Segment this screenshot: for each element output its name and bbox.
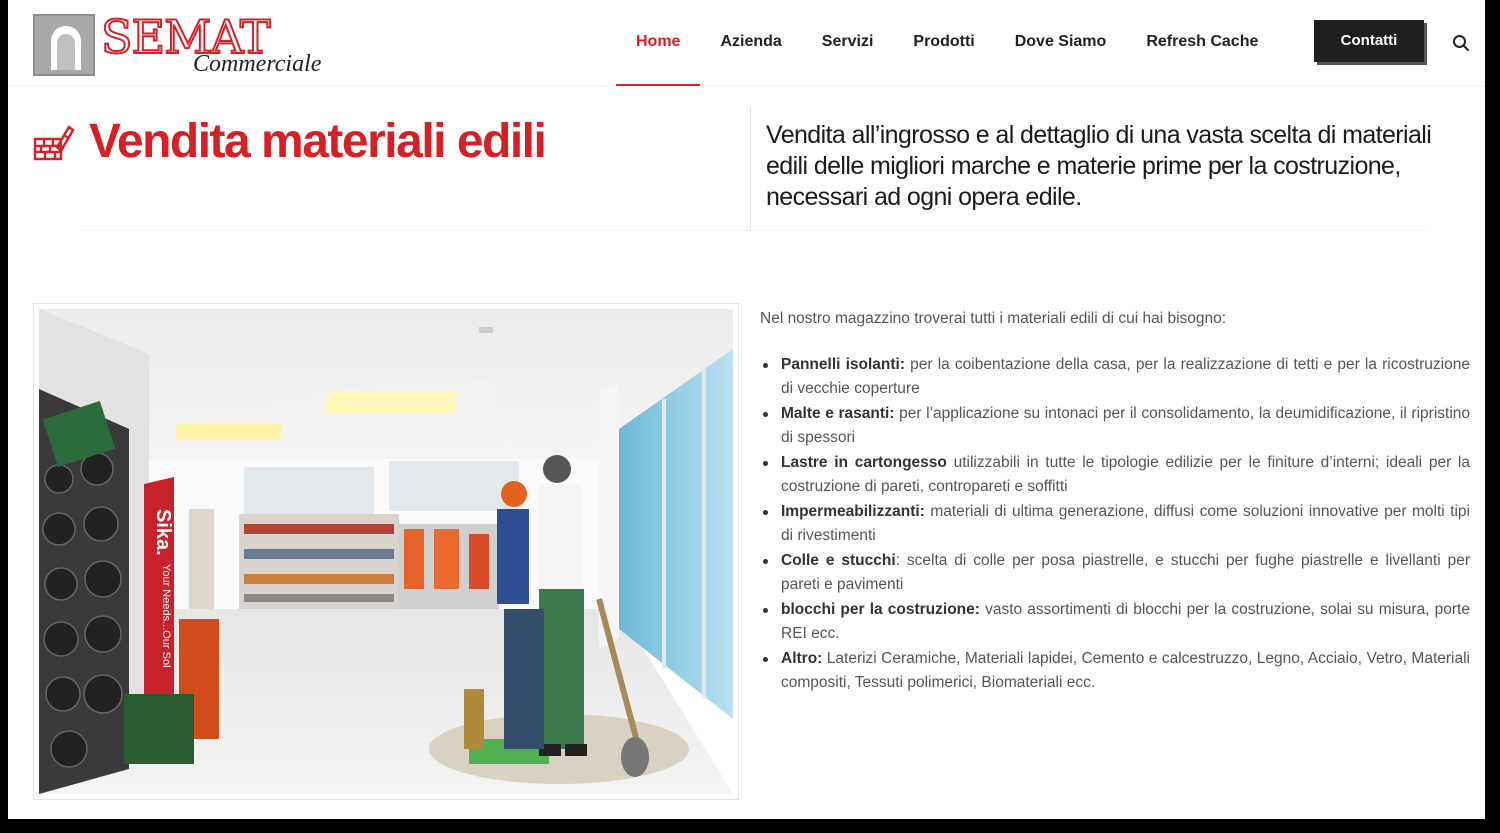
list-item: Altro: Laterizi Ceramiche, Materiali lap… xyxy=(760,647,1470,696)
hero-description: Vendita all’ingrosso e al dettaglio di u… xyxy=(766,121,1432,211)
store-photo: Sika. Your Needs...Our Sol xyxy=(33,303,739,800)
list-item-term: Malte e rasanti: xyxy=(781,404,895,422)
section-divider xyxy=(80,230,1425,231)
list-item: blocchi per la costruzione: vasto assort… xyxy=(760,598,1470,647)
list-item-text: Laterizi Ceramiche, Materiali lapidei, C… xyxy=(781,649,1470,692)
hero-title-group: Vendita materiali edili xyxy=(33,112,547,172)
list-item: Lastre in cartongesso utilizzabili in tu… xyxy=(760,451,1470,500)
list-item: Impermeabilizzanti: materiali di ultima … xyxy=(760,500,1470,549)
list-item: Colle e stucchi: scelta di colle per pos… xyxy=(760,549,1470,598)
list-item-term: Colle e stucchi xyxy=(781,551,896,569)
contact-button[interactable]: Contatti xyxy=(1314,20,1424,62)
site-logo[interactable]: SEMAT Commerciale xyxy=(33,12,323,78)
intro-text: Nel nostro magazzino troverai tutti i ma… xyxy=(760,310,1227,327)
logo-subtitle: Commerciale xyxy=(193,51,322,77)
sika-sign: Sika. xyxy=(152,509,174,556)
nav-item-azienda[interactable]: Azienda xyxy=(700,0,801,86)
nav-item-servizi[interactable]: Servizi xyxy=(802,0,894,86)
store-interior-image: Sika. Your Needs...Our Sol xyxy=(39,309,733,794)
materials-list: Pannelli isolanti: per la coibentazione … xyxy=(760,353,1470,696)
nav-item-dove-siamo[interactable]: Dove Siamo xyxy=(995,0,1127,86)
sika-tagline: Your Needs...Our Sol xyxy=(160,564,172,668)
building-materials-icon xyxy=(33,125,75,161)
list-item-term: Impermeabilizzanti: xyxy=(781,502,925,520)
list-item-term: Lastre in cartongesso xyxy=(781,453,947,471)
nav-item-prodotti[interactable]: Prodotti xyxy=(893,0,994,86)
materials-content: Nel nostro magazzino troverai tutti i ma… xyxy=(760,305,1470,696)
logo-mark xyxy=(33,14,95,76)
page-title: Vendita materiali edili xyxy=(89,115,547,168)
list-item: Malte e rasanti: per l’applicazione su i… xyxy=(760,402,1470,451)
list-item-term: Pannelli isolanti: xyxy=(781,355,906,373)
list-item: Pannelli isolanti: per la coibentazione … xyxy=(760,353,1470,402)
main-nav: Home Azienda Servizi Prodotti Dove Siamo Refr… xyxy=(616,0,1278,86)
list-item-term: Altro: xyxy=(781,649,823,667)
nav-item-refresh-cache[interactable]: Refresh Cache xyxy=(1126,0,1278,86)
page: SEMAT Commerciale Home Azienda Servizi Prod… xyxy=(8,0,1485,819)
search-icon[interactable] xyxy=(1452,34,1470,52)
hero-divider xyxy=(750,106,751,230)
site-header: SEMAT Commerciale Home Azienda Servizi Prod… xyxy=(8,0,1485,86)
nav-item-home[interactable]: Home xyxy=(616,0,701,86)
list-item-term: blocchi per la costruzione: xyxy=(781,600,980,618)
